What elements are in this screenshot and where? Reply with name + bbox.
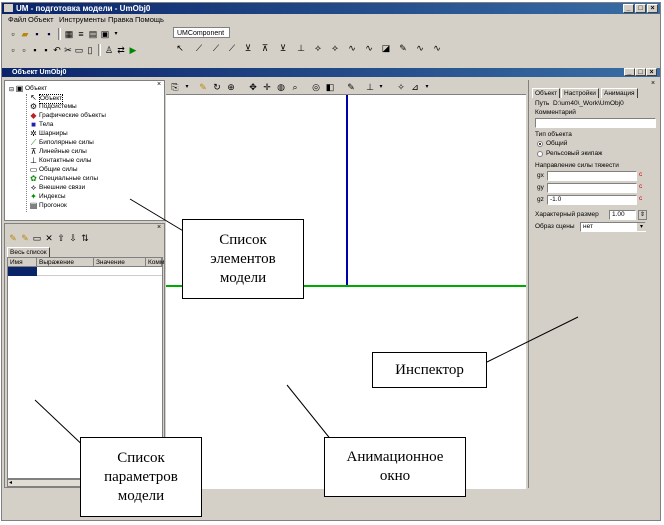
callout-inspector: Инспектор: [372, 352, 487, 388]
callout-inspector-text: Инспектор: [395, 361, 464, 378]
callout-animation-window: Анимационное окно: [324, 437, 466, 497]
callout-animation-text: Анимационное окно: [346, 449, 444, 484]
callout-line-inspector: [486, 316, 579, 363]
callout-params-list: Список параметров модели: [80, 437, 202, 517]
callout-line-animation: [286, 384, 333, 442]
callout-elements-list: Список элементов модели: [182, 219, 304, 299]
callout-params-text: Список параметров модели: [104, 449, 178, 504]
callout-elements-text: Список элементов модели: [210, 231, 276, 286]
